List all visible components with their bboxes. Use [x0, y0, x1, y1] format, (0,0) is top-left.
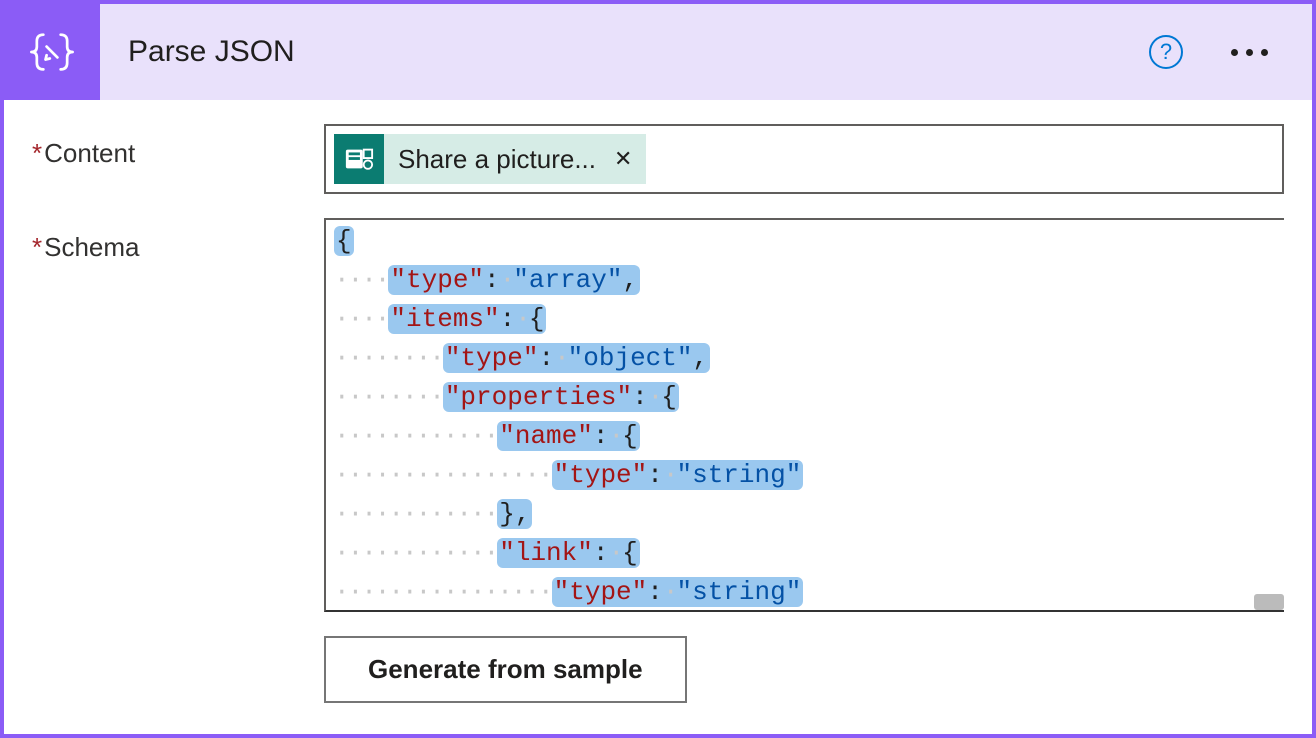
forms-icon [334, 134, 384, 184]
schema-editor[interactable]: {····"type":·"array",····"items":·{·····… [324, 218, 1284, 612]
parse-json-card: Parse JSON ? *Content [4, 4, 1312, 734]
card-header: Parse JSON ? [4, 4, 1312, 100]
help-icon[interactable]: ? [1149, 35, 1183, 69]
generate-from-sample-button[interactable]: Generate from sample [324, 636, 687, 703]
scrollbar-thumb[interactable] [1254, 594, 1284, 610]
header-actions: ? [1149, 35, 1312, 69]
card-body: *Content Shar [4, 100, 1312, 734]
token-text: Share a picture... [398, 144, 596, 175]
parse-json-icon [4, 4, 100, 100]
token-remove-icon[interactable]: ✕ [614, 148, 632, 170]
more-icon[interactable] [1223, 41, 1276, 64]
schema-label: *Schema [32, 218, 312, 263]
content-token[interactable]: Share a picture... ✕ [334, 134, 646, 184]
card-title: Parse JSON [100, 35, 1149, 69]
content-row: *Content Shar [32, 124, 1284, 194]
content-label: *Content [32, 124, 312, 169]
schema-row: *Schema {····"type":·"array",····"items"… [32, 218, 1284, 703]
content-input[interactable]: Share a picture... ✕ [324, 124, 1284, 194]
